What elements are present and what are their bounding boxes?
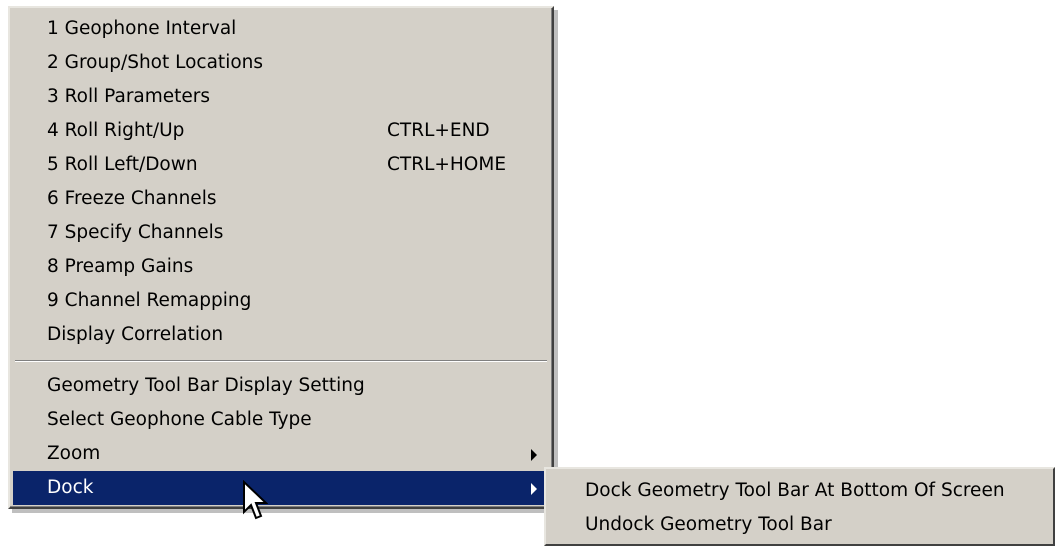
mouse-cursor-icon xyxy=(243,480,268,520)
menu-item-label: 3 Roll Parameters xyxy=(47,86,211,107)
menu-item-label: 2 Group/Shot Locations xyxy=(47,52,264,73)
menu-separator xyxy=(13,352,549,369)
menu-item-label: Zoom xyxy=(47,443,101,464)
menu-item-label: 4 Roll Right/Up xyxy=(47,120,185,141)
menu-item-roll-left-down[interactable]: 5 Roll Left/Down CTRL+HOME xyxy=(13,148,549,182)
menu-item-select-cable-type[interactable]: Select Geophone Cable Type xyxy=(13,403,549,437)
menu-item-group-shot-locations[interactable]: 2 Group/Shot Locations xyxy=(13,46,549,80)
context-menu: 1 Geophone Interval 2 Group/Shot Locatio… xyxy=(8,6,554,509)
background-window xyxy=(0,0,8,546)
menu-item-geophone-interval[interactable]: 1 Geophone Interval xyxy=(13,12,549,46)
menu-item-label: Dock Geometry Tool Bar At Bottom Of Scre… xyxy=(585,480,1005,501)
menu-item-label: 5 Roll Left/Down xyxy=(47,154,198,175)
menu-item-roll-right-up[interactable]: 4 Roll Right/Up CTRL+END xyxy=(13,114,549,148)
menu-item-zoom[interactable]: Zoom xyxy=(13,437,549,471)
submenu-arrow-icon xyxy=(531,449,537,461)
menu-item-freeze-channels[interactable]: 6 Freeze Channels xyxy=(13,182,549,216)
menu-item-label: 1 Geophone Interval xyxy=(47,18,237,39)
menu-item-label: 9 Channel Remapping xyxy=(47,290,252,311)
menu-item-label: 7 Specify Channels xyxy=(47,222,224,243)
menu-item-display-correlation[interactable]: Display Correlation xyxy=(13,318,549,352)
context-menu-items: 1 Geophone Interval 2 Group/Shot Locatio… xyxy=(13,12,549,505)
submenu-item-undock[interactable]: Undock Geometry Tool Bar xyxy=(549,508,1050,542)
dock-submenu-items: Dock Geometry Tool Bar At Bottom Of Scre… xyxy=(549,474,1050,541)
menu-item-label: Dock xyxy=(47,477,94,498)
shortcut-label: CTRL+END xyxy=(387,120,490,141)
menu-item-label: Geometry Tool Bar Display Setting xyxy=(47,375,365,396)
dock-submenu: Dock Geometry Tool Bar At Bottom Of Scre… xyxy=(544,467,1055,546)
menu-item-specify-channels[interactable]: 7 Specify Channels xyxy=(13,216,549,250)
menu-item-channel-remapping[interactable]: 9 Channel Remapping xyxy=(13,284,549,318)
menu-item-preamp-gains[interactable]: 8 Preamp Gains xyxy=(13,250,549,284)
menu-item-label: 6 Freeze Channels xyxy=(47,188,217,209)
menu-item-label: Undock Geometry Tool Bar xyxy=(585,514,832,535)
menu-item-label: Display Correlation xyxy=(47,324,224,345)
screen: 1 Geophone Interval 2 Group/Shot Locatio… xyxy=(0,0,1055,546)
submenu-item-dock-bottom[interactable]: Dock Geometry Tool Bar At Bottom Of Scre… xyxy=(549,474,1050,508)
menu-item-dock[interactable]: Dock xyxy=(13,471,549,505)
shortcut-label: CTRL+HOME xyxy=(387,154,507,175)
submenu-arrow-icon xyxy=(531,483,537,495)
menu-item-roll-parameters[interactable]: 3 Roll Parameters xyxy=(13,80,549,114)
menu-item-label: 8 Preamp Gains xyxy=(47,256,194,277)
menu-item-label: Select Geophone Cable Type xyxy=(47,409,312,430)
menu-item-toolbar-display-setting[interactable]: Geometry Tool Bar Display Setting xyxy=(13,369,549,403)
